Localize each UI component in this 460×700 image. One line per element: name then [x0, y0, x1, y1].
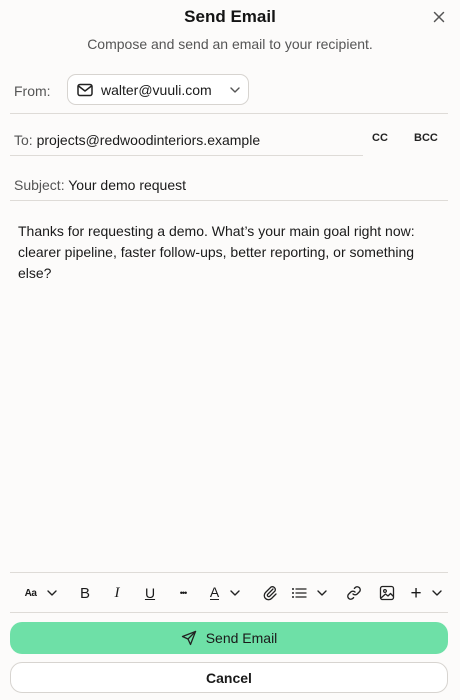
more-button[interactable]: ••• [172, 582, 194, 604]
to-field[interactable]: To: projects@redwoodinteriors.example [14, 132, 260, 148]
cc-button[interactable]: CC [372, 132, 388, 144]
cancel-button[interactable]: Cancel [10, 662, 448, 693]
from-select[interactable]: walter@vuuli.com [67, 74, 249, 105]
subject-value: Your demo request [68, 177, 187, 193]
list-icon [292, 588, 307, 598]
attachment-button[interactable] [259, 582, 281, 604]
to-value: projects@redwoodinteriors.example [36, 132, 261, 148]
to-label: To: [14, 132, 33, 148]
from-label: From: [14, 83, 51, 99]
email-body[interactable]: Thanks for requesting a demo. What’s you… [18, 221, 443, 284]
divider [10, 155, 363, 156]
dialog-header: Send Email Compose and send an email to … [0, 0, 460, 64]
dialog-subtitle: Compose and send an email to your recipi… [87, 36, 373, 52]
chevron-down-icon [230, 590, 240, 596]
attachment-icon [263, 586, 277, 601]
chevron-down-icon [317, 590, 327, 596]
mail-icon [77, 83, 93, 96]
link-icon [347, 586, 361, 600]
subject-label: Subject: [14, 177, 65, 193]
divider [10, 612, 448, 613]
divider [10, 200, 448, 201]
italic-icon: I [114, 584, 120, 601]
bcc-button[interactable]: BCC [414, 132, 438, 144]
font-size-icon: Aa [24, 587, 37, 599]
send-email-button[interactable]: Send Email [10, 622, 448, 654]
underline-button[interactable]: U [140, 582, 160, 604]
close-button[interactable] [430, 8, 448, 26]
close-icon [433, 11, 445, 23]
chevron-down-icon [47, 590, 58, 596]
from-row: From: walter@vuuli.com [0, 74, 460, 108]
divider [10, 113, 448, 114]
image-button[interactable] [376, 582, 398, 604]
divider [10, 572, 448, 573]
send-icon [181, 630, 196, 646]
font-size-button[interactable]: Aa [20, 582, 64, 604]
image-icon [379, 585, 395, 601]
chevron-down-icon [230, 87, 240, 93]
insert-icon: + [410, 582, 422, 604]
more-icon: ••• [179, 588, 188, 598]
formatting-toolbar: Aa B I U ••• A + [0, 582, 460, 604]
list-button[interactable] [289, 582, 331, 604]
link-button[interactable] [343, 582, 365, 604]
send-email-label: Send Email [205, 630, 278, 646]
bold-icon: B [79, 584, 90, 602]
from-value: walter@vuuli.com [101, 81, 212, 98]
text-color-button[interactable]: A [205, 582, 247, 604]
subject-field[interactable]: Subject: Your demo request [14, 177, 186, 193]
dialog-title: Send Email [184, 7, 276, 26]
underline-icon: U [144, 585, 156, 601]
cancel-label: Cancel [206, 669, 252, 686]
insert-button[interactable]: + [406, 582, 448, 604]
italic-button[interactable]: I [107, 582, 127, 604]
chevron-down-icon [431, 590, 442, 596]
bold-button[interactable]: B [75, 582, 95, 604]
text-color-icon: A [209, 584, 220, 600]
